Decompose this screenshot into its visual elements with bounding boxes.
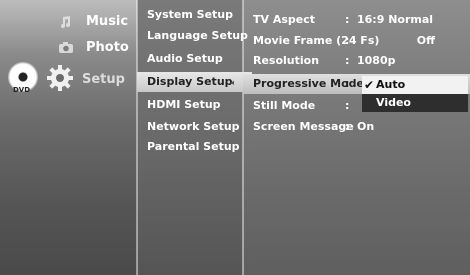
setting-label: Movie Frame (24 Fs) xyxy=(253,34,380,47)
setting-colon: : xyxy=(345,99,350,112)
setting-colon: : xyxy=(345,34,350,47)
dropdown-option-auto[interactable]: ✔ Auto xyxy=(362,76,468,94)
setting-label: Resolution xyxy=(253,54,320,67)
main-menu-item-music[interactable]: Music xyxy=(58,14,128,29)
main-menu-item-photo[interactable]: Photo xyxy=(58,40,129,55)
setting-tv-aspect[interactable]: TV Aspect : 16:9 Normal xyxy=(253,11,465,29)
main-menu-label-setup: Setup xyxy=(82,72,125,87)
music-note-icon xyxy=(58,15,74,29)
setting-colon: : xyxy=(345,13,350,26)
setting-value: Off xyxy=(416,34,435,47)
setting-movie-frame[interactable]: Movie Frame (24 Fs) : Off xyxy=(253,32,465,50)
main-menu-label-photo: Photo xyxy=(86,40,129,55)
setting-resolution[interactable]: Resolution : 1080p xyxy=(253,52,465,70)
setting-screen-message[interactable]: Screen Message : On xyxy=(253,118,465,136)
setting-value: On xyxy=(357,120,375,133)
setting-value: 16:9 Normal xyxy=(357,13,434,26)
checkmark-icon: ✔ xyxy=(364,78,375,92)
setting-label: Screen Message xyxy=(253,120,354,133)
setting-colon: : xyxy=(345,77,350,90)
dropdown-option-video[interactable]: Video xyxy=(362,94,468,112)
setting-colon: : xyxy=(345,120,350,133)
disc-type-label: DVD xyxy=(13,86,31,94)
submenu-arrow-icon: ◂ xyxy=(230,78,235,87)
gear-icon xyxy=(46,64,74,92)
submenu-audio-setup[interactable]: Audio Setup xyxy=(147,52,223,65)
submenu-parental-setup[interactable]: Parental Setup xyxy=(147,140,240,153)
main-menu-label-music: Music xyxy=(86,14,129,29)
setting-colon: : xyxy=(345,54,350,67)
submenu-hdmi-setup[interactable]: HDMI Setup xyxy=(147,98,221,111)
progressive-mode-dropdown[interactable]: ✔ Auto Video xyxy=(362,76,468,112)
setting-label: TV Aspect xyxy=(253,13,316,26)
option-label: Auto xyxy=(376,78,406,91)
divider-left xyxy=(136,0,138,275)
option-label: Video xyxy=(376,96,411,109)
setting-label: Still Mode xyxy=(253,99,316,112)
setting-value: 1080p xyxy=(357,54,396,67)
camera-icon xyxy=(58,41,74,55)
submenu-language-setup[interactable]: Language Setup xyxy=(147,29,248,42)
main-menu-item-setup[interactable]: Setup xyxy=(82,72,125,87)
submenu-display-setup[interactable]: Display Setup xyxy=(137,72,252,92)
submenu-network-setup[interactable]: Network Setup xyxy=(147,120,240,133)
submenu-system-setup[interactable]: System Setup xyxy=(147,8,233,21)
